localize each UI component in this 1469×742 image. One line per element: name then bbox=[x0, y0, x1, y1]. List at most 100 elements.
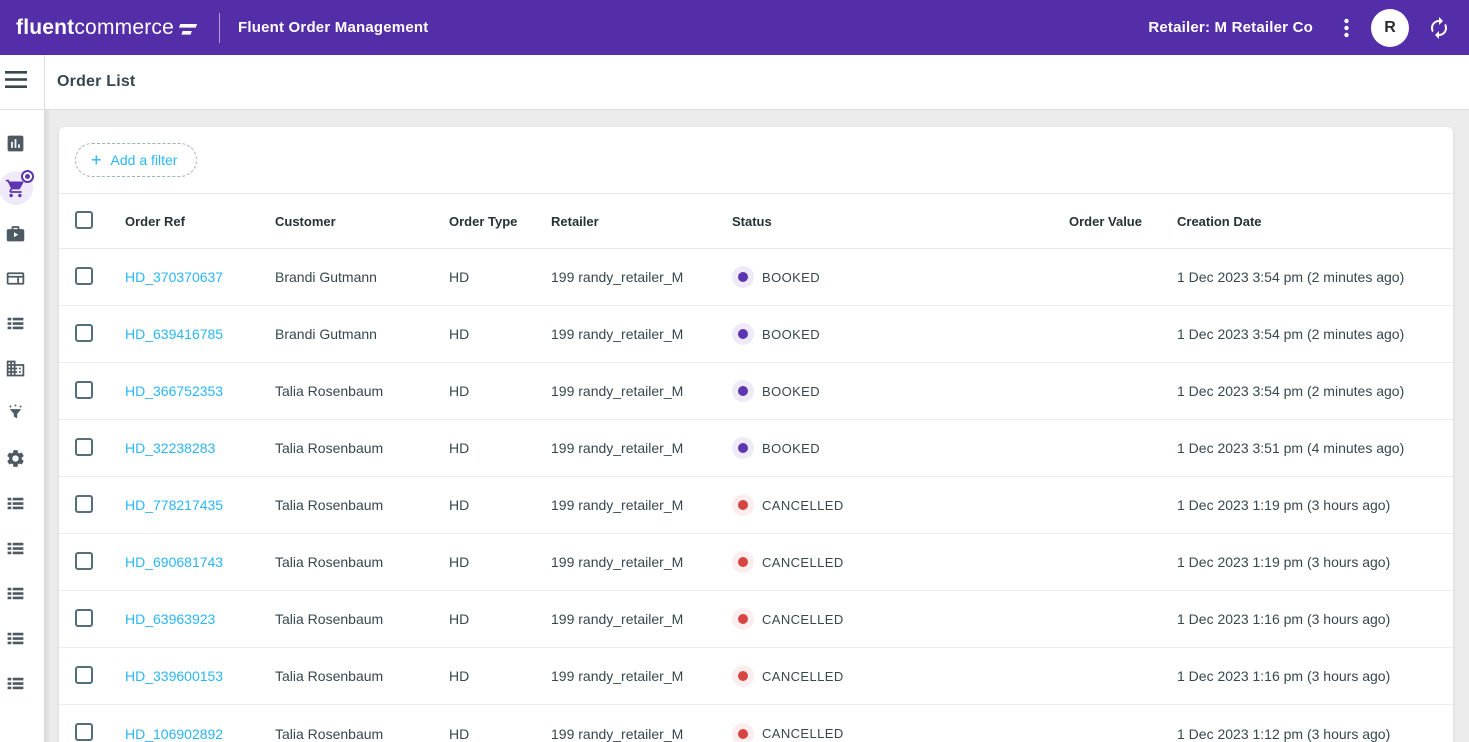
row-checkbox[interactable] bbox=[75, 609, 93, 627]
status-dot-icon bbox=[738, 272, 748, 282]
order-ref-cell: HD_32238283 bbox=[125, 440, 275, 456]
sidebar-item-orders[interactable] bbox=[0, 166, 44, 211]
column-header-retailer[interactable]: Retailer bbox=[551, 214, 732, 229]
status-cell: CANCELLED bbox=[732, 551, 1069, 573]
table-row: HD_639416785Brandi GutmannHD199 randy_re… bbox=[59, 306, 1453, 363]
row-checkbox[interactable] bbox=[75, 495, 93, 513]
building-icon bbox=[5, 358, 26, 379]
select-all-checkbox[interactable] bbox=[75, 211, 93, 229]
order-type-cell: HD bbox=[449, 383, 551, 399]
brand-word-bold: fluent bbox=[16, 16, 74, 40]
user-avatar[interactable]: R bbox=[1371, 9, 1409, 47]
row-checkbox[interactable] bbox=[75, 666, 93, 684]
status-dot-halo bbox=[732, 665, 754, 687]
page-header: Order List bbox=[45, 55, 1469, 110]
order-type-cell: HD bbox=[449, 269, 551, 285]
retailer-cell: 199 randy_retailer_M bbox=[551, 668, 732, 684]
sidebar-item-fulfilment[interactable] bbox=[0, 211, 44, 256]
row-checkbox-cell bbox=[75, 324, 125, 345]
column-header-order-value[interactable]: Order Value bbox=[1069, 214, 1177, 229]
status-badge: BOOKED bbox=[762, 327, 820, 342]
funnel-icon bbox=[5, 403, 26, 424]
sidebar-item-custom-list-2[interactable] bbox=[0, 526, 44, 571]
order-type-cell: HD bbox=[449, 326, 551, 342]
sidebar-item-custom-list-5[interactable] bbox=[0, 661, 44, 706]
table-row: HD_32238283Talia RosenbaumHD199 randy_re… bbox=[59, 420, 1453, 477]
order-ref-link[interactable]: HD_639416785 bbox=[125, 326, 223, 342]
brand-logo[interactable]: fluent commerce bbox=[16, 16, 197, 40]
retailer-cell: 199 randy_retailer_M bbox=[551, 326, 732, 342]
page-title: Order List bbox=[57, 73, 135, 91]
order-ref-link[interactable]: HD_106902892 bbox=[125, 726, 223, 742]
status-dot-icon bbox=[738, 500, 748, 510]
status-cell: BOOKED bbox=[732, 437, 1069, 459]
order-ref-cell: HD_370370637 bbox=[125, 269, 275, 285]
column-header-customer[interactable]: Customer bbox=[275, 214, 449, 229]
row-checkbox-cell bbox=[75, 666, 125, 687]
customer-cell: Talia Rosenbaum bbox=[275, 726, 449, 742]
status-badge: CANCELLED bbox=[762, 726, 844, 741]
row-checkbox[interactable] bbox=[75, 267, 93, 285]
sidebar-icon-list bbox=[0, 110, 44, 706]
order-ref-link[interactable]: HD_370370637 bbox=[125, 269, 223, 285]
briefcase-play-icon bbox=[5, 223, 26, 244]
customer-cell: Talia Rosenbaum bbox=[275, 440, 449, 456]
status-badge: BOOKED bbox=[762, 441, 820, 456]
order-ref-link[interactable]: HD_690681743 bbox=[125, 554, 223, 570]
column-header-status[interactable]: Status bbox=[732, 214, 1069, 229]
creation-date-cell: 1 Dec 2023 3:54 pm (2 minutes ago) bbox=[1177, 326, 1437, 342]
row-checkbox[interactable] bbox=[75, 723, 93, 741]
hamburger-menu-icon[interactable] bbox=[5, 71, 27, 94]
sidebar-item-locations[interactable] bbox=[0, 346, 44, 391]
bar-chart-icon bbox=[5, 133, 26, 154]
row-checkbox[interactable] bbox=[75, 438, 93, 456]
creation-date-cell: 1 Dec 2023 1:19 pm (3 hours ago) bbox=[1177, 497, 1437, 513]
order-ref-cell: HD_366752353 bbox=[125, 383, 275, 399]
sidebar-item-custom-list-4[interactable] bbox=[0, 616, 44, 661]
status-cell: CANCELLED bbox=[732, 608, 1069, 630]
add-filter-label: Add a filter bbox=[111, 152, 178, 168]
retailer-cell: 199 randy_retailer_M bbox=[551, 383, 732, 399]
column-header-order-type[interactable]: Order Type bbox=[449, 214, 551, 229]
row-checkbox[interactable] bbox=[75, 324, 93, 342]
order-ref-link[interactable]: HD_339600153 bbox=[125, 668, 223, 684]
order-ref-link[interactable]: HD_366752353 bbox=[125, 383, 223, 399]
sidebar-item-billing[interactable] bbox=[0, 256, 44, 301]
order-ref-link[interactable]: HD_63963923 bbox=[125, 611, 215, 627]
sidebar-item-list-view[interactable] bbox=[0, 301, 44, 346]
refresh-icon[interactable] bbox=[1427, 15, 1453, 41]
sidebar-item-custom-list-3[interactable] bbox=[0, 571, 44, 616]
sidebar-item-custom-list-1[interactable] bbox=[0, 481, 44, 526]
table-row: HD_63963923Talia RosenbaumHD199 randy_re… bbox=[59, 591, 1453, 648]
sidebar-item-settings[interactable] bbox=[0, 436, 44, 481]
list-icon bbox=[5, 583, 26, 604]
row-checkbox[interactable] bbox=[75, 381, 93, 399]
customer-cell: Brandi Gutmann bbox=[275, 269, 449, 285]
navbar-divider bbox=[219, 13, 220, 43]
customer-cell: Talia Rosenbaum bbox=[275, 611, 449, 627]
status-cell: CANCELLED bbox=[732, 723, 1069, 742]
status-dot-halo bbox=[732, 494, 754, 516]
status-cell: BOOKED bbox=[732, 323, 1069, 345]
list-icon bbox=[5, 313, 26, 334]
left-sidebar bbox=[0, 55, 45, 742]
status-cell: CANCELLED bbox=[732, 494, 1069, 516]
retailer-cell: 199 randy_retailer_M bbox=[551, 497, 732, 513]
order-list-card: + Add a filter Order Ref Customer Order … bbox=[59, 127, 1453, 742]
row-checkbox[interactable] bbox=[75, 552, 93, 570]
kebab-menu-icon[interactable] bbox=[1337, 16, 1355, 40]
row-checkbox-cell bbox=[75, 267, 125, 288]
sidebar-item-analytics[interactable] bbox=[0, 121, 44, 166]
sidebar-item-insights[interactable] bbox=[0, 391, 44, 436]
row-checkbox-cell bbox=[75, 609, 125, 630]
order-ref-link[interactable]: HD_32238283 bbox=[125, 440, 215, 456]
main-area: Order List + Add a filter Order Ref Cust… bbox=[45, 55, 1469, 742]
column-header-creation-date[interactable]: Creation Date bbox=[1177, 214, 1437, 229]
card-icon bbox=[5, 268, 26, 289]
order-ref-link[interactable]: HD_778217435 bbox=[125, 497, 223, 513]
column-header-order-ref[interactable]: Order Ref bbox=[125, 214, 275, 229]
retailer-context-label[interactable]: Retailer: M Retailer Co bbox=[1148, 19, 1313, 36]
retailer-cell: 199 randy_retailer_M bbox=[551, 269, 732, 285]
add-filter-button[interactable]: + Add a filter bbox=[75, 143, 197, 177]
status-dot-icon bbox=[738, 443, 748, 453]
